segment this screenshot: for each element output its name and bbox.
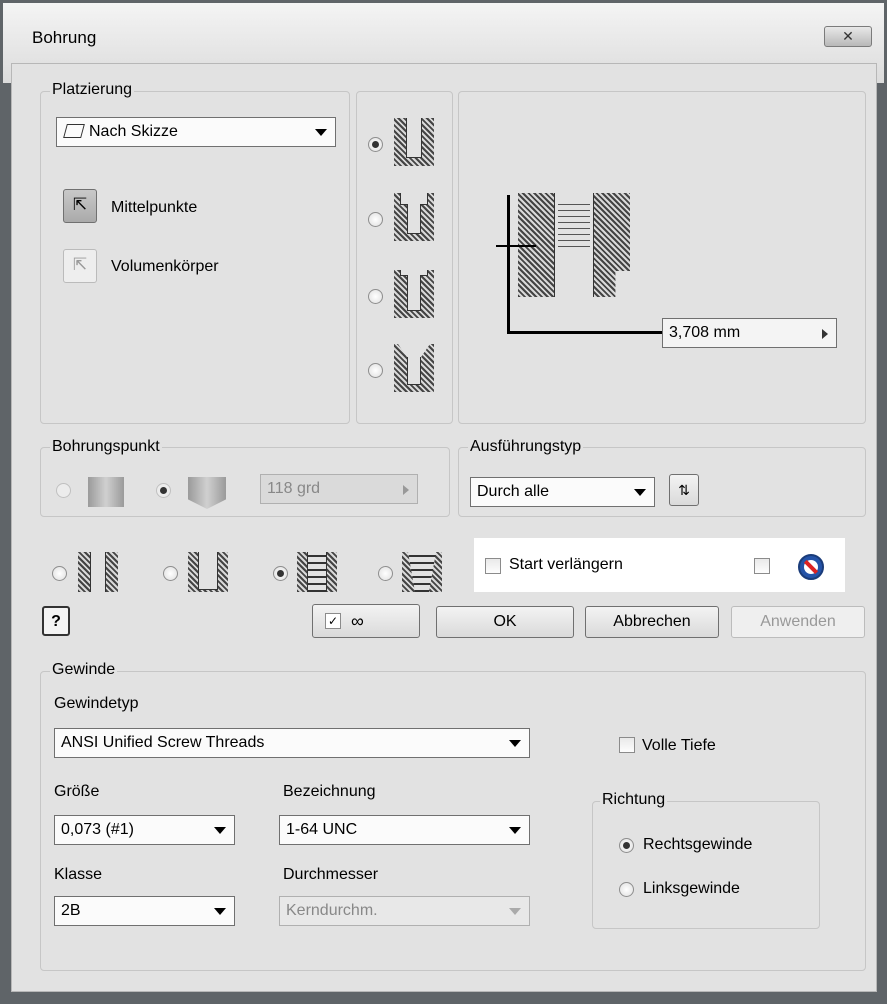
placement-dropdown[interactable]: Nach Skizze: [56, 117, 336, 147]
centers-label: Mittelpunkte: [111, 199, 198, 216]
thread-type-label: Gewindetyp: [54, 695, 139, 712]
depth-value: 3,708 mm: [669, 324, 741, 341]
preview-checkbox[interactable]: ✓: [325, 613, 341, 629]
diameter-label: Durchmesser: [283, 866, 379, 883]
drill-point-angle-radio[interactable]: [156, 483, 171, 498]
spotface-hole-icon: [394, 270, 434, 318]
depth-input[interactable]: 3,708 mm: [662, 318, 837, 348]
window-title: Bohrung: [32, 28, 97, 47]
thread-type-value: ANSI Unified Screw Threads: [61, 734, 265, 751]
flip-direction-button[interactable]: ⇅: [669, 474, 699, 506]
thread-legend: Gewinde: [50, 661, 118, 679]
right-hand-radio[interactable]: [619, 838, 634, 853]
class-value: 2B: [61, 902, 81, 919]
diameter-value: Kerndurchm.: [286, 902, 378, 919]
counterbore-hole-icon: [394, 193, 434, 241]
flip-direction-icon: ⇅: [678, 482, 690, 498]
preview-dimension-base: [507, 331, 662, 334]
termination-value: Durch alle: [477, 483, 550, 500]
designation-dropdown[interactable]: 1-64 UNC: [279, 815, 530, 845]
no-entry-icon[interactable]: [798, 554, 824, 580]
hole-spotface-radio[interactable]: [368, 289, 383, 304]
start-extend-checkbox[interactable]: [485, 558, 501, 574]
thread-type-dropdown[interactable]: ANSI Unified Screw Threads: [54, 728, 530, 758]
simple-hole-icon: [394, 118, 434, 166]
tapped-type-icon: [297, 552, 337, 592]
right-hand-label: Rechtsgewinde: [643, 836, 753, 853]
hole-countersink-radio[interactable]: [368, 363, 383, 378]
termination-dropdown[interactable]: Durch alle: [470, 477, 655, 507]
option-checkbox[interactable]: [754, 558, 770, 574]
simple-type-icon: [78, 552, 118, 592]
direction-group: [592, 801, 820, 929]
full-depth-label: Volle Tiefe: [642, 737, 716, 754]
drill-angle-value: 118 grd: [267, 480, 321, 497]
size-value: 0,073 (#1): [61, 821, 134, 838]
type-tapped-radio[interactable]: [273, 566, 288, 581]
full-depth-checkbox[interactable]: [619, 737, 635, 753]
sketch-icon: [63, 124, 85, 138]
cursor-icon: ⇱: [72, 255, 88, 274]
glasses-icon: ∞: [351, 611, 364, 631]
placement-dropdown-value: Nach Skizze: [89, 123, 178, 140]
close-button[interactable]: ✕: [824, 26, 872, 47]
left-hand-label: Linksgewinde: [643, 880, 740, 897]
drill-angle-input[interactable]: 118 grd: [260, 474, 418, 504]
chevron-right-icon[interactable]: [403, 485, 409, 495]
preview-dimension-line: [507, 195, 510, 333]
chevron-down-icon: [509, 740, 521, 747]
cursor-icon: ⇱: [72, 195, 88, 214]
taper-type-icon: [402, 552, 442, 592]
chevron-down-icon: [509, 827, 521, 834]
chevron-down-icon: [509, 908, 521, 915]
drill-point-legend: Bohrungspunkt: [50, 438, 162, 456]
hole-simple-radio[interactable]: [368, 137, 383, 152]
drill-point-flat-radio[interactable]: [56, 483, 71, 498]
designation-label: Bezeichnung: [283, 783, 376, 800]
class-dropdown[interactable]: 2B: [54, 896, 235, 926]
left-hand-radio[interactable]: [619, 882, 634, 897]
preview-toggle[interactable]: ✓ ∞: [312, 604, 420, 638]
class-label: Klasse: [54, 866, 103, 883]
diameter-dropdown[interactable]: Kerndurchm.: [279, 896, 530, 926]
apply-button[interactable]: Anwenden: [731, 606, 865, 638]
chevron-down-icon: [315, 129, 327, 136]
start-extend-label: Start verlängern: [509, 556, 623, 573]
size-label: Größe: [54, 783, 100, 800]
help-button[interactable]: ?: [42, 606, 70, 636]
ok-button[interactable]: OK: [436, 606, 574, 638]
direction-legend: Richtung: [600, 791, 668, 809]
size-dropdown[interactable]: 0,073 (#1): [54, 815, 235, 845]
cancel-button[interactable]: Abbrechen: [585, 606, 719, 638]
type-simple-radio[interactable]: [52, 566, 67, 581]
solids-label: Volumenkörper: [111, 258, 219, 275]
termination-legend: Ausführungstyp: [468, 438, 584, 456]
solids-select-button[interactable]: ⇱: [63, 249, 97, 283]
flat-point-icon: [88, 477, 124, 507]
designation-value: 1-64 UNC: [286, 821, 358, 838]
hole-counterbore-radio[interactable]: [368, 212, 383, 227]
placement-legend: Platzierung: [50, 81, 135, 99]
help-icon: ?: [51, 613, 61, 630]
countersink-hole-icon: [394, 344, 434, 392]
chevron-down-icon: [634, 489, 646, 496]
type-clearance-radio[interactable]: [163, 566, 178, 581]
chevron-down-icon: [214, 827, 226, 834]
clearance-type-icon: [188, 552, 228, 592]
chevron-down-icon: [214, 908, 226, 915]
centers-select-button[interactable]: ⇱: [63, 189, 97, 223]
chevron-right-icon[interactable]: [822, 329, 828, 339]
preview-depth-tick: [496, 245, 536, 247]
type-taper-radio[interactable]: [378, 566, 393, 581]
